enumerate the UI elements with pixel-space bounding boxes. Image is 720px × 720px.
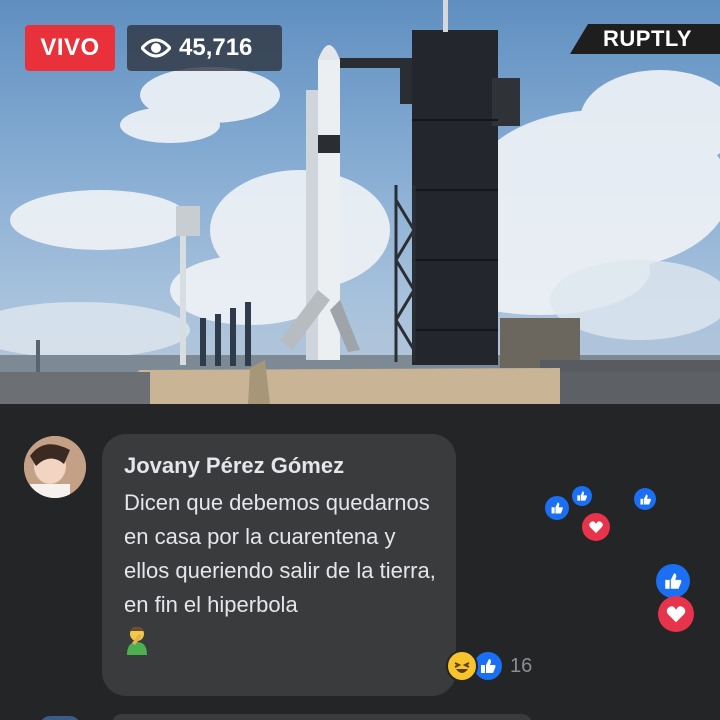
comments-panel: Jovany Pérez Gómez Dicen que debemos que…	[0, 404, 720, 720]
avatar[interactable]	[24, 436, 86, 498]
haha-reaction-icon	[446, 650, 478, 682]
live-video-player[interactable]: VIVO 45,716 RUPTLY	[0, 0, 720, 404]
floating-like-icon	[572, 486, 592, 506]
viewer-count: 45,716	[179, 34, 253, 61]
comment-reactions[interactable]: 16	[446, 650, 532, 682]
floating-like-icon	[656, 564, 690, 598]
live-badge: VIVO	[25, 25, 115, 71]
watermark-logo: RUPTLY	[570, 24, 720, 54]
floating-like-icon	[545, 496, 569, 520]
next-comment-avatar[interactable]	[40, 716, 80, 720]
floating-love-icon	[658, 596, 694, 632]
live-label: VIVO	[40, 34, 100, 61]
live-stream-screen: VIVO 45,716 RUPTLY Jovany Pérez Gómez Di…	[0, 0, 720, 720]
facepalm-emoji-icon	[124, 625, 150, 656]
floating-love-icon	[582, 513, 610, 541]
comment-text-block: Dicen que debemos quedarnos en casa por …	[124, 486, 444, 656]
avatar-image	[24, 436, 86, 498]
watermark-text: RUPTLY	[603, 26, 692, 51]
next-comment-bubble[interactable]	[112, 714, 532, 720]
reaction-count: 16	[510, 654, 533, 677]
viewer-count-badge: 45,716	[127, 25, 282, 71]
comment-author[interactable]: Jovany Pérez Gómez	[124, 452, 434, 480]
comment-bubble[interactable]: Jovany Pérez Gómez Dicen que debemos que…	[102, 434, 456, 696]
floating-like-icon	[634, 488, 656, 510]
eye-icon	[141, 38, 171, 58]
comment-text: Dicen que debemos quedarnos en casa por …	[124, 490, 436, 617]
